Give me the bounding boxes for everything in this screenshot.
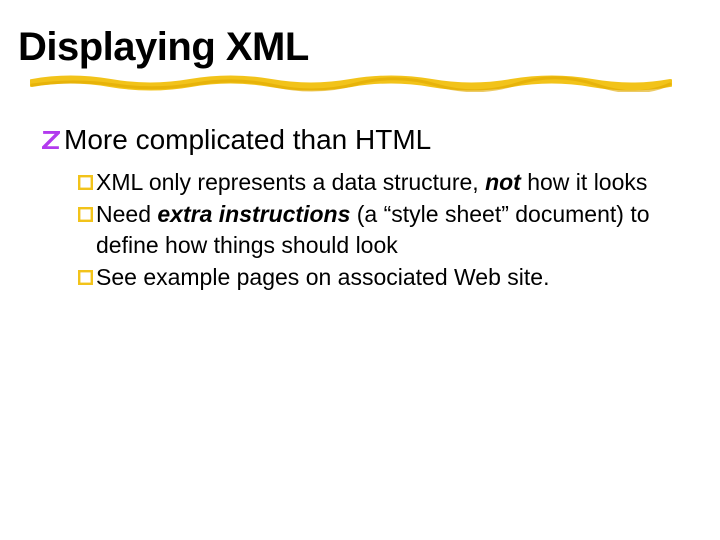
level1-text: More complicated than HTML bbox=[64, 122, 702, 157]
text-emphasis: not bbox=[485, 169, 521, 195]
level1-item: More complicated than HTML bbox=[42, 122, 702, 157]
level2-text-1: XML only represents a data structure, no… bbox=[96, 167, 702, 197]
y-bullet-icon bbox=[78, 207, 93, 222]
level2-text-2: Need extra instructions (a “style sheet”… bbox=[96, 199, 702, 260]
bullet-level-1: More complicated than HTML bbox=[18, 122, 702, 157]
text-plain: how it looks bbox=[521, 169, 648, 195]
text-plain: XML only represents a data structure, bbox=[96, 169, 485, 195]
level2-text-3: See example pages on associated Web site… bbox=[96, 262, 702, 292]
y-bullet-icon bbox=[78, 270, 93, 285]
level2-item: See example pages on associated Web site… bbox=[78, 262, 702, 292]
text-plain: Need bbox=[96, 201, 157, 227]
level2-item: XML only represents a data structure, no… bbox=[78, 167, 702, 197]
level2-item: Need extra instructions (a “style sheet”… bbox=[78, 199, 702, 260]
z-bullet-icon bbox=[42, 131, 60, 149]
bullet-level-2: XML only represents a data structure, no… bbox=[18, 167, 702, 292]
slide: Displaying XML More complicated than HTM… bbox=[0, 0, 720, 292]
text-emphasis: extra instructions bbox=[157, 201, 350, 227]
slide-title: Displaying XML bbox=[18, 25, 702, 70]
y-bullet-icon bbox=[78, 175, 93, 190]
title-underline bbox=[30, 74, 672, 84]
